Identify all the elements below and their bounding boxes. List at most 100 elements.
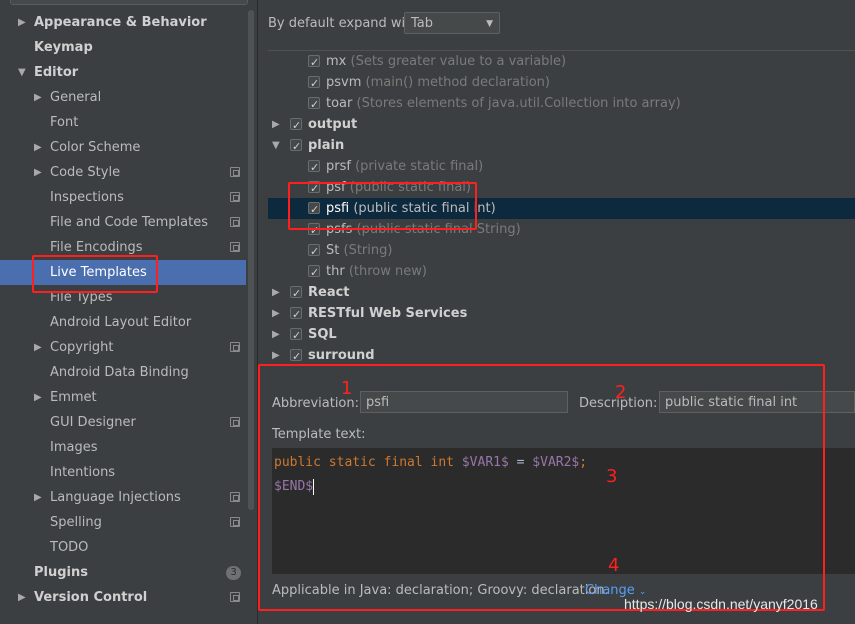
sidebar-item[interactable]: ▶ Appearance & Behavior (0, 10, 246, 35)
sidebar-item-label: Inspections (50, 190, 124, 205)
chevron-right-icon[interactable]: ▶ (272, 324, 280, 345)
sidebar-item[interactable]: Keymap (0, 35, 246, 60)
sidebar-item-label: Color Scheme (50, 140, 141, 155)
template-abbreviation: output (308, 117, 358, 132)
project-scope-icon (230, 242, 240, 252)
template-checkbox[interactable] (308, 94, 320, 115)
chevron-right-icon[interactable]: ▶ (272, 345, 280, 366)
chevron-right-icon[interactable]: ▶ (272, 114, 280, 135)
chevron-right-icon[interactable]: ▶ (18, 585, 28, 610)
sidebar-item[interactable]: ▶ Copyright (0, 335, 246, 360)
sidebar-item[interactable]: ▶ Color Scheme (0, 135, 246, 160)
sidebar-item-label: Android Data Binding (50, 365, 189, 380)
template-row[interactable]: mx (Sets greater value to a variable) (268, 51, 855, 73)
template-row[interactable]: prsf (private static final) (268, 156, 855, 178)
template-group-row[interactable]: ▼ plain (268, 135, 855, 157)
template-group-row[interactable]: ▶ RESTful Web Services (268, 303, 855, 325)
sidebar-scrollbar[interactable] (248, 10, 254, 510)
template-checkbox[interactable] (290, 346, 302, 367)
template-checkbox[interactable] (290, 325, 302, 346)
watermark-url: https://blog.csdn.net/yanyf2016 (624, 596, 818, 612)
sidebar-item-label: Intentions (50, 465, 116, 480)
template-group-row[interactable]: ▶ React (268, 282, 855, 304)
template-name: RESTful Web Services (308, 303, 467, 324)
template-group-row[interactable]: ▶ output (268, 114, 855, 136)
sidebar-item[interactable]: Android Data Binding (0, 360, 246, 385)
sidebar-item-label: Version Control (34, 590, 148, 605)
chevron-down-icon: ▼ (486, 19, 493, 29)
sidebar-item[interactable]: Android Layout Editor (0, 310, 246, 335)
sidebar-item-label: Appearance & Behavior (34, 15, 207, 30)
sidebar-search-field[interactable] (10, 0, 248, 5)
annotation-number-4: 4 (608, 555, 620, 576)
template-name: React (308, 282, 350, 303)
template-row[interactable]: psvm (main() method declaration) (268, 72, 855, 94)
sidebar-item[interactable]: Intentions (0, 460, 246, 485)
sidebar-item[interactable]: Font (0, 110, 246, 135)
sidebar-item[interactable]: ▶ Emmet (0, 385, 246, 410)
sidebar-item[interactable]: TODO (0, 535, 246, 560)
template-checkbox[interactable] (290, 115, 302, 136)
chevron-right-icon[interactable]: ▶ (272, 303, 280, 324)
sidebar-item[interactable]: ▼ Editor (0, 60, 246, 85)
template-description: (throw new) (348, 264, 427, 279)
sidebar-item[interactable]: ▶ Code Style (0, 160, 246, 185)
template-abbreviation: psvm (326, 75, 362, 90)
template-checkbox[interactable] (290, 283, 302, 304)
sidebar-item[interactable]: File and Code Templates (0, 210, 246, 235)
sidebar-item-label: Language Injections (50, 490, 181, 505)
sidebar-item[interactable]: ▶ General (0, 85, 246, 110)
chevron-right-icon[interactable]: ▶ (34, 135, 44, 160)
chevron-right-icon[interactable]: ▶ (34, 485, 44, 510)
sidebar-item[interactable]: Inspections (0, 185, 246, 210)
project-scope-icon (230, 217, 240, 227)
template-row[interactable]: St (String) (268, 240, 855, 262)
template-checkbox[interactable] (290, 136, 302, 157)
chevron-right-icon[interactable]: ▶ (34, 385, 44, 410)
chevron-down-icon[interactable]: ▼ (18, 60, 28, 85)
template-name: SQL (308, 324, 337, 345)
template-checkbox[interactable] (308, 157, 320, 178)
chevron-right-icon[interactable]: ▶ (18, 10, 28, 35)
template-abbreviation: mx (326, 54, 347, 69)
template-checkbox[interactable] (290, 304, 302, 325)
template-group-row[interactable]: ▶ surround (268, 345, 855, 367)
template-abbreviation: SQL (308, 327, 337, 342)
template-checkbox[interactable] (308, 241, 320, 262)
expand-with-dropdown[interactable]: Tab ▼ (404, 12, 500, 34)
template-group-row[interactable]: ▶ SQL (268, 324, 855, 346)
project-scope-icon (230, 592, 240, 602)
template-checkbox[interactable] (308, 73, 320, 94)
template-name: toar (Stores elements of java.util.Colle… (326, 93, 681, 114)
template-row[interactable]: toar (Stores elements of java.util.Colle… (268, 93, 855, 115)
template-abbreviation: plain (308, 138, 345, 153)
template-checkbox[interactable] (308, 52, 320, 73)
sidebar-item-label: Android Layout Editor (50, 315, 192, 330)
sidebar-item-label: File and Code Templates (50, 215, 208, 230)
plugins-update-badge: 3 (226, 566, 241, 580)
sidebar-item-label: Keymap (34, 40, 93, 55)
template-row[interactable]: thr (throw new) (268, 261, 855, 283)
chevron-right-icon[interactable]: ▶ (34, 335, 44, 360)
chevron-right-icon[interactable]: ▶ (34, 85, 44, 110)
annotation-number-2: 2 (615, 382, 627, 403)
project-scope-icon (230, 517, 240, 527)
template-name: output (308, 114, 357, 135)
template-name: psvm (main() method declaration) (326, 72, 550, 93)
template-abbreviation: thr (326, 264, 345, 279)
chevron-right-icon[interactable]: ▶ (272, 282, 280, 303)
sidebar-item[interactable]: ▶ Language Injections (0, 485, 246, 510)
sidebar-item[interactable]: ▶ Version Control (0, 585, 246, 610)
sidebar-item-label: Copyright (50, 340, 114, 355)
sidebar-item[interactable]: Spelling (0, 510, 246, 535)
sidebar-item[interactable]: Images (0, 435, 246, 460)
template-checkbox[interactable] (308, 262, 320, 283)
annotation-number-3: 3 (606, 466, 618, 487)
chevron-right-icon[interactable]: ▶ (34, 160, 44, 185)
template-description: (main() method declaration) (365, 75, 550, 90)
sidebar-item[interactable]: Plugins 3 (0, 560, 246, 585)
project-scope-icon (230, 342, 240, 352)
sidebar-item[interactable]: GUI Designer (0, 410, 246, 435)
chevron-down-icon[interactable]: ▼ (272, 135, 280, 156)
sidebar-item-label: Images (50, 440, 98, 455)
